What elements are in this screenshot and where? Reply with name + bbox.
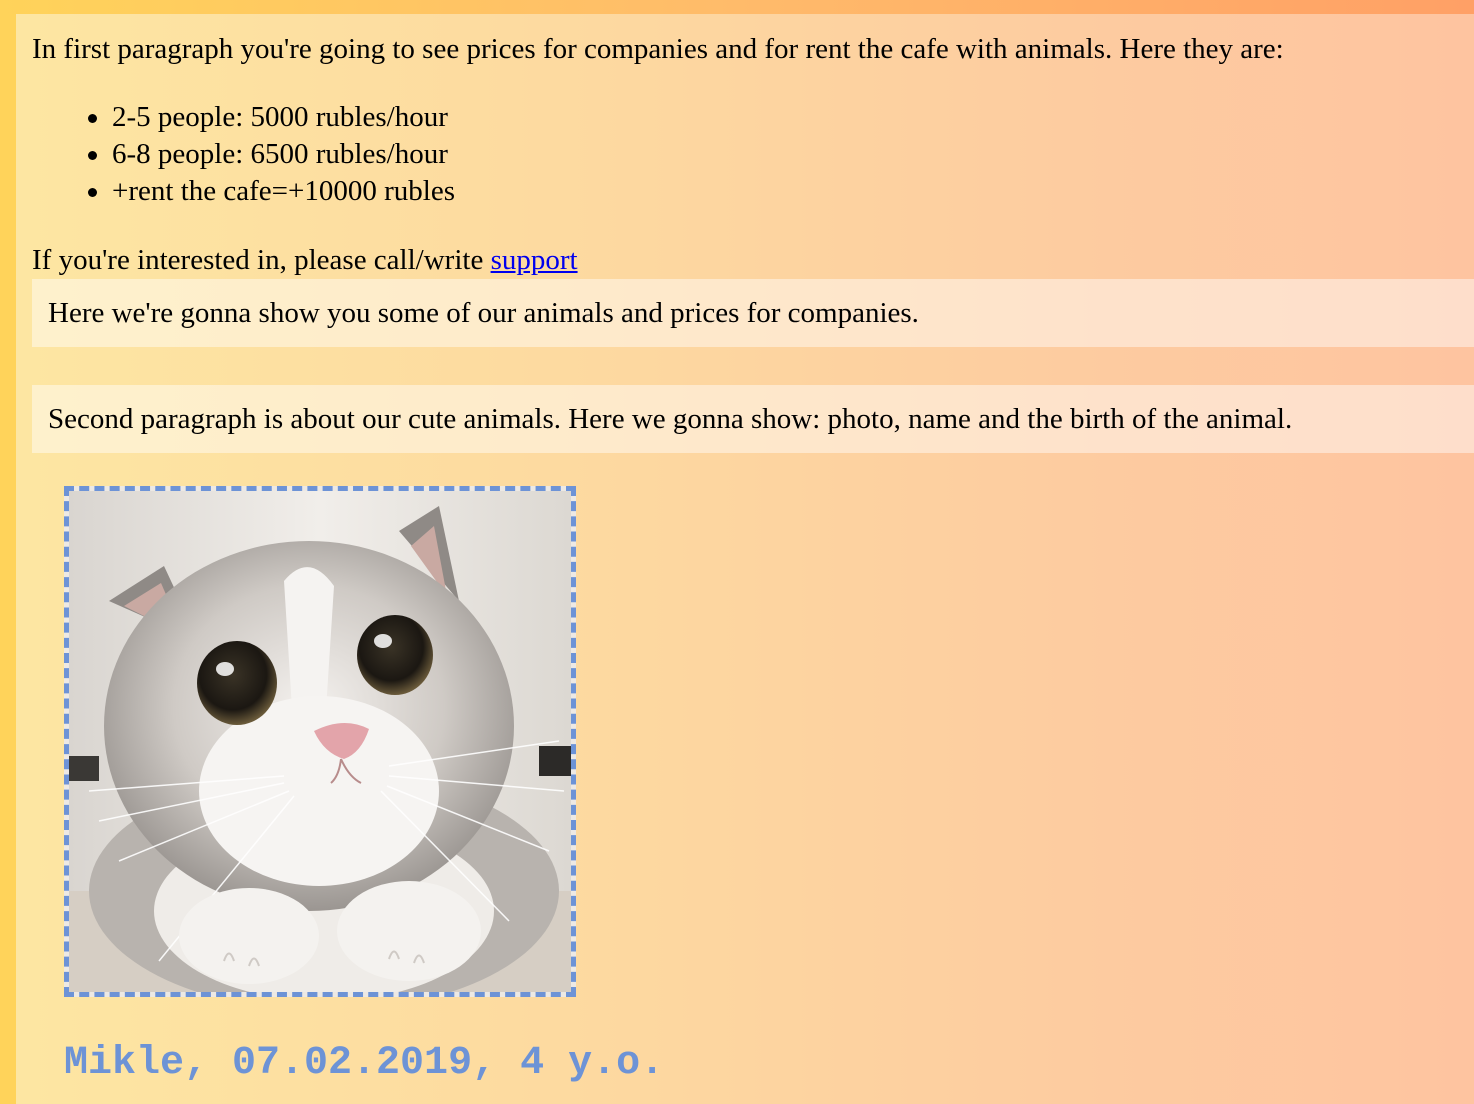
page-content: In first paragraph you're going to see p… <box>16 14 1474 1104</box>
list-item: 2-5 people: 5000 rubles/hour <box>88 99 455 136</box>
cat-photo-illustration <box>69 491 571 992</box>
price-list: 2-5 people: 5000 rubles/hour 6-8 people:… <box>88 99 455 210</box>
contact-text: If you're interested in, please call/wri… <box>32 244 491 276</box>
intro-paragraph: In first paragraph you're going to see p… <box>32 33 1284 65</box>
contact-paragraph: If you're interested in, please call/wri… <box>32 243 578 277</box>
animal-photo <box>64 486 576 997</box>
top-strip <box>0 0 1474 14</box>
animal-caption: Mikle, 07.02.2019, 4 y.o. <box>64 1041 665 1086</box>
animals-intro-banner: Here we're gonna show you some of our an… <box>32 279 1474 347</box>
list-item: +rent the cafe=+10000 rubles <box>88 173 455 210</box>
animals-description-banner: Second paragraph is about our cute anima… <box>32 385 1474 453</box>
support-link[interactable]: support <box>491 244 578 276</box>
list-item: 6-8 people: 6500 rubles/hour <box>88 136 455 173</box>
